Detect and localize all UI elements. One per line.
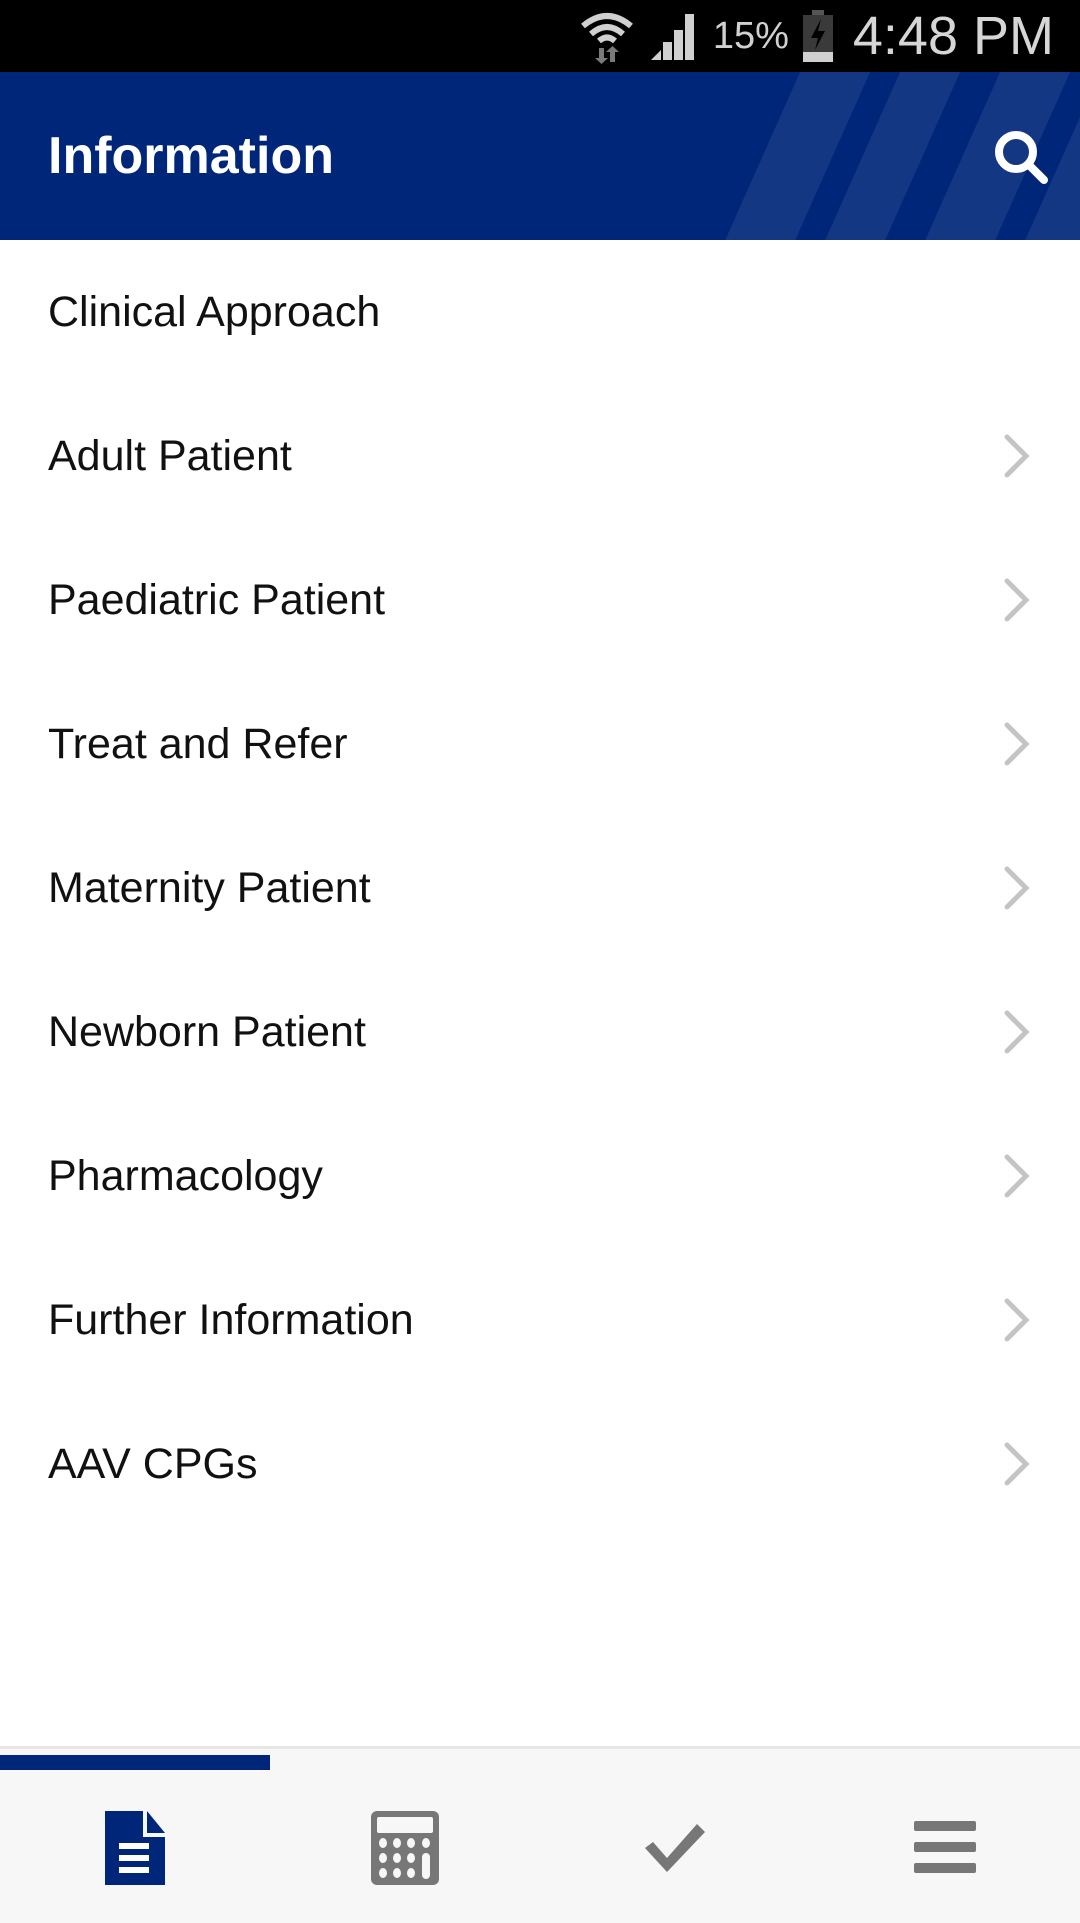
list-item-label: Treat and Refer [48, 719, 348, 768]
calculator-icon [371, 1811, 439, 1885]
list-item-further-information[interactable]: Further Information [0, 1248, 1080, 1392]
list-item-label: Adult Patient [48, 431, 292, 480]
list-item-label: Paediatric Patient [48, 575, 386, 624]
clock: 4:48 PM [852, 6, 1054, 66]
checkmark-icon [645, 1824, 705, 1872]
menu-icon [914, 1821, 976, 1873]
chevron-right-icon [1004, 1154, 1030, 1198]
list-item-maternity-patient[interactable]: Maternity Patient [0, 816, 1080, 960]
list-item-label: AAV CPGs [48, 1439, 258, 1488]
chevron-right-icon [1004, 866, 1030, 910]
page-title: Information [48, 127, 334, 185]
list-item-label: Newborn Patient [48, 1007, 366, 1056]
wifi-data-icon [580, 13, 633, 64]
chevron-right-icon [1004, 1010, 1030, 1054]
list-item-label: Maternity Patient [48, 863, 371, 912]
battery-charging-icon [802, 10, 833, 62]
tab-calculator[interactable] [270, 1749, 540, 1923]
list-item-treat-and-refer[interactable]: Treat and Refer [0, 672, 1080, 816]
bottom-nav [0, 1746, 1080, 1923]
list-item-clinical-approach[interactable]: Clinical Approach [0, 240, 1080, 384]
list-item-adult-patient[interactable]: Adult Patient [0, 384, 1080, 528]
list-item-pharmacology[interactable]: Pharmacology [0, 1104, 1080, 1248]
list-item-label: Further Information [48, 1295, 414, 1344]
chevron-right-icon [1004, 1298, 1030, 1342]
list-item-paediatric-patient[interactable]: Paediatric Patient [0, 528, 1080, 672]
tab-menu[interactable] [810, 1749, 1080, 1923]
information-list: Clinical Approach Adult Patient Paediatr… [0, 240, 1080, 1536]
tab-checklist[interactable] [540, 1749, 810, 1923]
chevron-right-icon [1004, 1442, 1030, 1486]
search-icon[interactable] [992, 128, 1052, 188]
battery-percent: 15% [712, 14, 789, 57]
list-item-label: Clinical Approach [48, 287, 381, 336]
app-header: Information [0, 72, 1080, 240]
list-item-newborn-patient[interactable]: Newborn Patient [0, 960, 1080, 1104]
list-item-aav-cpgs[interactable]: AAV CPGs [0, 1392, 1080, 1536]
chevron-right-icon [1004, 578, 1030, 622]
list-item-label: Pharmacology [48, 1151, 323, 1200]
document-icon [105, 1811, 165, 1885]
status-bar: 15% 4:48 PM [0, 0, 1080, 72]
chevron-right-icon [1004, 434, 1030, 478]
cell-signal-icon [650, 14, 694, 60]
chevron-right-icon [1004, 722, 1030, 766]
tab-information[interactable] [0, 1749, 270, 1923]
